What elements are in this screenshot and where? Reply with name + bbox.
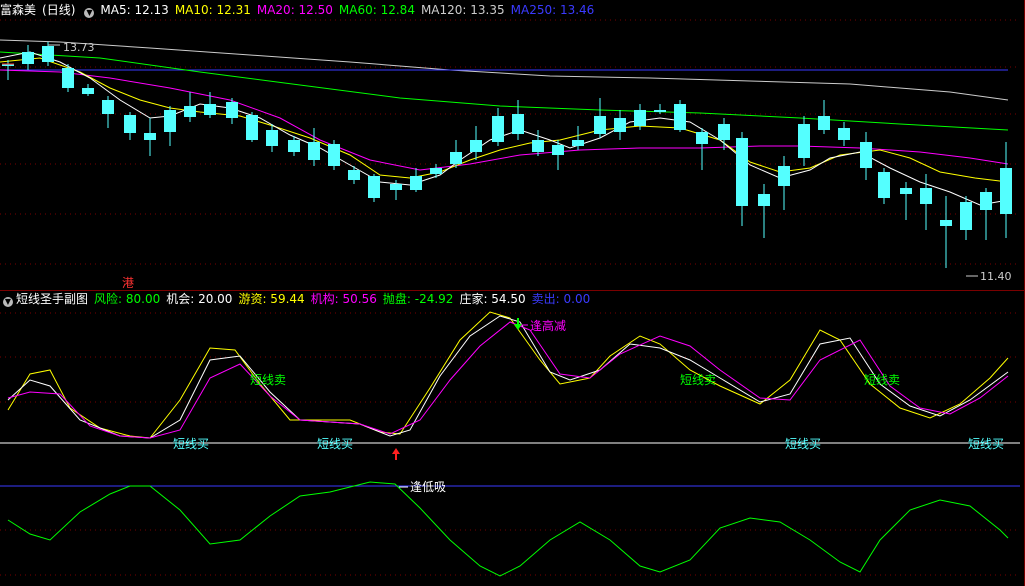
selling-pressure-line <box>7 481 1009 577</box>
candle-body-down <box>62 68 74 88</box>
sub-indicator-4: 抛盘: -24.92 <box>382 292 454 306</box>
candle-body-down <box>144 133 156 140</box>
candle-body-down <box>288 140 300 152</box>
sub-indicator-3: 机构: 50.56 <box>310 292 377 306</box>
candle-body-down <box>450 152 462 164</box>
short-buy-label: 短线买 <box>968 437 1004 451</box>
sub-indicator-0: 风险: 80.00 <box>94 292 161 306</box>
institution-line <box>7 321 1009 439</box>
short-buy-label: 短线买 <box>173 437 209 451</box>
candle-body-down <box>42 46 54 62</box>
candle-body-down <box>860 142 872 168</box>
buy-signal-arrow-icon <box>392 448 400 460</box>
sell-signal-arrow-icon <box>514 318 522 330</box>
panel-divider <box>0 290 1025 291</box>
chevron-down-icon[interactable]: ▼ <box>84 8 95 18</box>
candle-body-down <box>348 170 360 180</box>
candle-body-down <box>22 52 34 64</box>
ma-indicator-0: MA5: 12.13 <box>100 3 169 17</box>
ma-indicator-1: MA10: 12.31 <box>174 3 251 17</box>
candle-body-down <box>124 115 136 133</box>
candle-body-down <box>328 144 340 166</box>
stock-name[interactable]: 富森美 (日线) <box>0 3 81 17</box>
hk-badge: 港 <box>122 276 134 290</box>
short-sell-label: 短线卖 <box>864 373 900 387</box>
sub-chart-legend: ▼ 短线圣手副图 风险: 80.00 机会: 20.00 游资: 59.44 机构: 50… <box>0 290 602 308</box>
candle-body-down <box>736 138 748 206</box>
ma-indicator-4: MA120: 13.35 <box>420 3 505 17</box>
sub-indicator-lines <box>0 311 1020 577</box>
dealer-line <box>7 315 1009 439</box>
hot-money-line <box>7 311 1009 439</box>
candle-body-down <box>572 140 584 146</box>
low-price-marker: 11.40 <box>980 270 1012 283</box>
candle-body-down <box>594 116 606 134</box>
sub-indicator-2: 游资: 59.44 <box>238 292 305 306</box>
candle-body-down <box>266 130 278 146</box>
candle-body-down <box>778 166 790 186</box>
candle-body-down <box>900 188 912 194</box>
candle-body-down <box>512 114 524 134</box>
candle-body-down <box>920 188 932 204</box>
candle-body-down <box>838 128 850 140</box>
candle-body-down <box>674 104 686 130</box>
buy-low-label: 逢低吸 <box>410 480 446 494</box>
sub-chart-title[interactable]: 短线圣手副图 <box>16 292 88 306</box>
candle-body-down <box>82 88 94 94</box>
candle-body-down <box>390 184 402 190</box>
candle-body-down <box>368 176 380 198</box>
candle-body-down <box>960 202 972 230</box>
candle-body-down <box>492 116 504 142</box>
candle-body-down <box>204 104 216 115</box>
candle-body-down <box>1000 168 1012 214</box>
candle-body-down <box>410 176 422 190</box>
candle-body-down <box>798 124 810 158</box>
candle-body-down <box>246 115 258 140</box>
candle-body-down <box>470 140 482 152</box>
candle-body-down <box>758 194 770 206</box>
candle-body-down <box>980 192 992 210</box>
candle-body-down <box>614 118 626 132</box>
short-buy-label: 短线买 <box>785 437 821 451</box>
main-chart-legend: 富森美 (日线) ▼ MA5: 12.13 MA10: 12.31 MA20: 12.50… <box>0 1 606 19</box>
candle-body-down <box>634 110 646 126</box>
candlesticks[interactable] <box>2 42 1012 268</box>
chevron-down-icon[interactable]: ▼ <box>3 297 13 307</box>
candle-body-down <box>696 132 708 144</box>
candle-body-down <box>164 110 176 132</box>
candle-body-down <box>430 168 442 174</box>
ma-indicator-3: MA60: 12.84 <box>338 3 415 17</box>
ma-indicator-2: MA20: 12.50 <box>256 3 333 17</box>
candle-body-down <box>308 142 320 160</box>
ma-indicator-5: MA250: 13.46 <box>510 3 595 17</box>
sub-indicator-annotations: 短线卖 短线卖 短线卖 短线买 短线买 短线买 短线买 逢高减 逢低吸 <box>173 318 1004 494</box>
candle-body-down <box>226 102 238 118</box>
candle-body-down <box>718 124 730 140</box>
short-sell-label: 短线卖 <box>250 373 286 387</box>
candle-body-down <box>552 145 564 155</box>
candle-body-down <box>878 172 890 198</box>
candle-body-down <box>102 100 114 114</box>
candle-body-down <box>940 220 952 226</box>
candle-body-down <box>654 110 666 112</box>
short-buy-label: 短线买 <box>317 437 353 451</box>
candle-body-down <box>818 116 830 130</box>
high-price-marker: 13.73 <box>63 41 95 54</box>
sub-indicator-5: 庄家: 54.50 <box>459 292 526 306</box>
sell-top-label: 逢高减 <box>530 318 566 333</box>
candle-body-down <box>184 106 196 117</box>
sub-indicator-1: 机会: 20.00 <box>166 292 233 306</box>
short-sell-label: 短线卖 <box>680 373 716 387</box>
sub-indicator-6: 卖出: 0.00 <box>531 292 591 306</box>
candle-body-down <box>532 140 544 152</box>
